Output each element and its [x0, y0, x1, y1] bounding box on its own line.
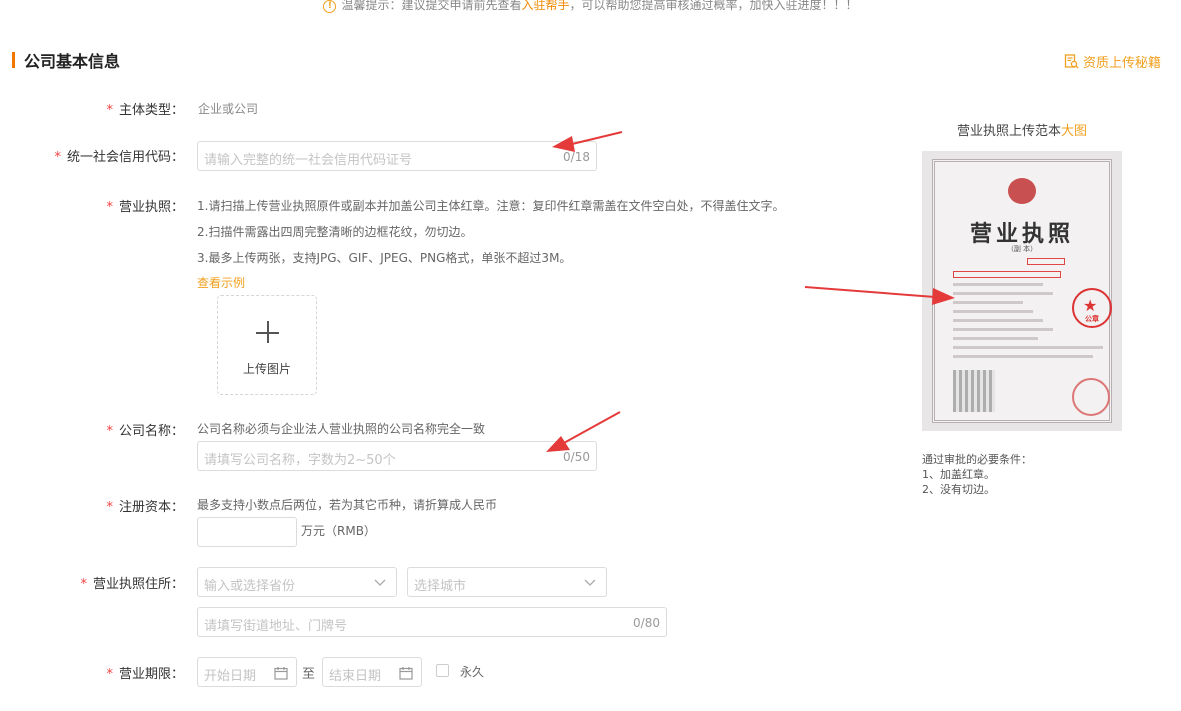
- capital-input[interactable]: [197, 517, 297, 547]
- forever-checkbox[interactable]: [436, 664, 449, 677]
- license-hint-2: 2.扫描件需露出四周完整清晰的边框花纹，勿切边。: [197, 225, 473, 239]
- street-placeholder: 请填写街道地址、门牌号: [204, 619, 348, 634]
- view-example-link[interactable]: 查看示例: [197, 274, 245, 291]
- approval-conditions: 通过审批的必要条件： 1、加盖红章。 2、没有切边。: [922, 453, 1032, 496]
- company-name-input[interactable]: 请填写公司名称，字数为2~50个 0/50: [197, 441, 597, 471]
- start-date-placeholder: 开始日期: [204, 669, 257, 684]
- company-seal-icon: ★ 公章: [1072, 288, 1112, 328]
- end-date-placeholder: 结束日期: [329, 669, 382, 684]
- capital-unit: 万元（RMB）: [301, 524, 376, 538]
- street-counter: 0/80: [633, 616, 660, 630]
- view-large-link[interactable]: 大图: [1061, 124, 1087, 139]
- company-name-label: * 公司名称：: [106, 424, 184, 439]
- notice-prefix: 温馨提示：建议提交申请前先查看: [341, 0, 522, 12]
- city-select[interactable]: 选择城市: [407, 567, 607, 597]
- license-hint-1: 1.请扫描上传营业执照原件或副本并加盖公司主体红章。注意：复印件红章需盖在文件空…: [197, 199, 785, 213]
- credit-code-placeholder: 请输入完整的统一社会信用代码证号: [204, 153, 413, 168]
- street-address-input[interactable]: 请填写街道地址、门牌号 0/80: [197, 607, 667, 637]
- address-label: * 营业执照住所：: [80, 577, 184, 592]
- capital-label: * 注册资本：: [106, 500, 184, 515]
- term-label: * 营业期限：: [106, 667, 184, 682]
- city-placeholder: 选择城市: [414, 579, 467, 594]
- forever-label: 永久: [460, 665, 485, 679]
- upload-image-button[interactable]: 上传图片: [217, 295, 317, 395]
- section-title: 公司基本信息: [24, 52, 121, 71]
- calendar-icon: [399, 667, 413, 680]
- license-hint-3: 3.最多上传两张，支持JPG、GIF、JPEG、PNG格式，单张不超过3M。: [197, 251, 572, 265]
- section-header: 公司基本信息: [12, 50, 121, 71]
- calendar-icon: [274, 667, 288, 680]
- qualification-guide-label: 资质上传秘籍: [1082, 56, 1161, 71]
- national-emblem-icon: [1008, 178, 1036, 204]
- capital-hint: 最多支持小数点后两位，若为其它币种，请折算成人民币: [197, 498, 498, 512]
- credit-code-counter: 0/18: [563, 150, 590, 164]
- date-separator: 至: [302, 667, 316, 682]
- notice-suffix: ，可以帮助您提高审核通过概率，加快入驻进度！！！: [569, 0, 858, 12]
- company-name-counter: 0/50: [563, 450, 590, 464]
- license-sample-image: 营业执照 （副 本） ★ 公章: [922, 151, 1122, 431]
- helper-link[interactable]: 入驻帮手: [521, 0, 569, 12]
- registration-seal-icon: [1072, 378, 1110, 416]
- license-sample-sub: （副 本）: [1006, 245, 1038, 253]
- warning-circle-icon: !: [323, 0, 337, 13]
- upload-image-label: 上传图片: [242, 362, 291, 376]
- qr-code-icon: [953, 370, 995, 412]
- end-date-input[interactable]: 结束日期: [322, 657, 422, 687]
- entity-type-value: 企业或公司: [198, 102, 259, 116]
- company-name-placeholder: 请填写公司名称，字数为2~50个: [204, 453, 396, 468]
- company-name-hint: 公司名称必须与企业法人营业执照的公司名称完全一致: [197, 422, 486, 436]
- license-label: * 营业执照：: [106, 200, 184, 215]
- top-notice: ! 温馨提示：建议提交申请前先查看入驻帮手，可以帮助您提高审核通过概率，加快入驻进…: [0, 0, 1181, 14]
- chevron-down-icon: [374, 579, 386, 586]
- sample-title: 营业执照上传范本大图: [956, 124, 1088, 139]
- document-search-icon: [1064, 54, 1079, 69]
- section-accent-bar: [12, 52, 15, 68]
- credit-code-label: * 统一社会信用代码：: [54, 150, 184, 165]
- province-placeholder: 输入或选择省份: [204, 579, 296, 594]
- chevron-down-icon: [584, 579, 596, 586]
- qualification-guide-link[interactable]: 资质上传秘籍: [1064, 52, 1161, 71]
- credit-code-input[interactable]: 请输入完整的统一社会信用代码证号 0/18: [197, 141, 597, 171]
- province-select[interactable]: 输入或选择省份: [197, 567, 397, 597]
- entity-type-label: * 主体类型：: [106, 103, 184, 118]
- start-date-input[interactable]: 开始日期: [197, 657, 297, 687]
